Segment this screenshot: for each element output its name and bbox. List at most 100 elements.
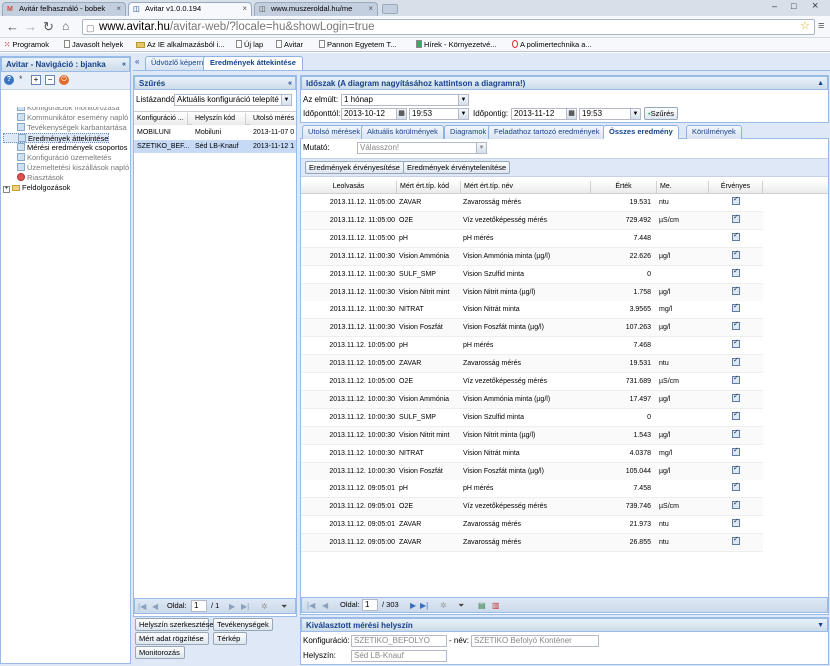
- table-row[interactable]: 2013.11.12. 11:00:30 Vision Foszfát Vision…: [301, 319, 763, 338]
- tab-osszes-eredmeny[interactable]: Összes eredmény: [603, 125, 679, 139]
- table-row[interactable]: 2013.11.12. 11:00:30 Vision Nitrit mint Vi…: [301, 283, 763, 302]
- valid-checkbox[interactable]: [732, 320, 740, 331]
- valid-checkbox[interactable]: [732, 374, 740, 384]
- valid-checkbox[interactable]: [732, 392, 740, 402]
- from-date-field[interactable]: 2013-10-12 ▦: [341, 108, 407, 120]
- valid-checkbox[interactable]: [732, 231, 740, 241]
- column-header[interactable]: Leolvasás: [301, 181, 397, 193]
- valid-checkbox[interactable]: [732, 249, 740, 259]
- collapse-period-icon[interactable]: ▲: [817, 77, 824, 90]
- next-page-icon[interactable]: ▶: [410, 599, 416, 613]
- close-icon[interactable]: ×: [368, 3, 373, 15]
- table-row[interactable]: 2013.11.12. 10:00:30 Vision Ammónia Vision…: [301, 390, 763, 409]
- valid-checkbox[interactable]: [732, 517, 740, 528]
- star-icon[interactable]: ☆: [800, 19, 810, 33]
- invalidate-results-button[interactable]: Eredmények érvénytelenítése: [403, 161, 511, 174]
- tree-item[interactable]: + Feldolgozások: [3, 183, 70, 193]
- tab-utolso-meresek[interactable]: Utolsó mérések: [302, 125, 367, 139]
- mutato-select[interactable]: Válasszon! ▼: [357, 142, 487, 154]
- table-row[interactable]: 2013.11.12. 10:05:00 pH pH mérés 7.468: [301, 337, 763, 356]
- table-row[interactable]: 2013.11.12. 11:05:00 O2E Víz vezetőképessé…: [301, 211, 763, 230]
- valid-checkbox[interactable]: [732, 410, 740, 420]
- refresh-icon[interactable]: ✲: [440, 599, 447, 613]
- refresh-icon[interactable]: ✲: [261, 600, 268, 614]
- bookmark-programok[interactable]: ⁙ Programok: [4, 38, 49, 51]
- browser-tab-avitar[interactable]: ◫ Avitar v1.0.0.194 ×: [128, 2, 252, 16]
- column-header[interactable]: Érték: [591, 181, 657, 193]
- help-icon[interactable]: ?: [4, 75, 14, 85]
- to-time-field[interactable]: 19:53 ▼: [579, 108, 641, 120]
- bookmark-ie-folder[interactable]: Az IE alkalmazásból i...: [136, 38, 225, 51]
- tree-item[interactable]: Kommunikátor esemény napló: [3, 113, 128, 123]
- table-row[interactable]: 2013.11.12. 10:00:30 Vision Nitrit mint Vi…: [301, 426, 763, 445]
- filter-icon[interactable]: ⏷: [281, 600, 287, 614]
- table-row[interactable]: SZETIKO_BEF... Séd LB-Knauf 2013-11-12 1: [134, 140, 296, 153]
- tab-diagramok[interactable]: Diagramok: [444, 125, 493, 139]
- expand-all-icon[interactable]: +: [31, 75, 41, 85]
- table-row[interactable]: 2013.11.12. 11:00:30 SULF_SMP Vision Szulf…: [301, 265, 763, 284]
- table-row[interactable]: 2013.11.12. 11:05:00 ZAVAR Zavarosság méré…: [301, 194, 763, 212]
- minimize-icon[interactable]: –: [772, 1, 777, 11]
- table-row[interactable]: MOBILUNI Mobiluni 2013-11-07 0: [134, 126, 296, 139]
- szures-button[interactable]: ▪Szűrés: [644, 107, 678, 120]
- valid-checkbox[interactable]: [732, 499, 740, 510]
- back-icon[interactable]: ←: [6, 19, 19, 34]
- column-header[interactable]: Érvényes: [709, 181, 763, 193]
- tab-korulmenyek[interactable]: Körülmények: [686, 125, 742, 139]
- table-row[interactable]: 2013.11.12. 11:00:30 NITRAT Vision Nitrát …: [301, 301, 763, 320]
- valid-checkbox[interactable]: [732, 464, 740, 474]
- first-page-icon[interactable]: |◀: [307, 599, 315, 613]
- export-excel-icon[interactable]: ▤: [478, 599, 486, 613]
- expand-icon[interactable]: +: [3, 186, 10, 193]
- reload-icon[interactable]: ↻: [43, 19, 54, 34]
- tab-eredmenyek[interactable]: Eredmények áttekintése: [203, 56, 303, 70]
- bookmark-uj-lap[interactable]: Új lap: [236, 38, 263, 51]
- table-row[interactable]: 2013.11.12. 11:00:30 Vision Ammónia Vision…: [301, 247, 763, 266]
- new-tab-button[interactable]: [382, 4, 398, 14]
- prev-page-icon[interactable]: ◀: [152, 600, 158, 614]
- bookmark-hirek[interactable]: Hírek - Környezetvé...: [416, 38, 497, 51]
- tree-item[interactable]: Tevékenységek karbantartása: [3, 123, 127, 133]
- calendar-icon[interactable]: ▦: [396, 109, 406, 119]
- collapse-site-icon[interactable]: ▼: [817, 619, 824, 632]
- bookmark-avitar[interactable]: Avitar: [276, 38, 303, 51]
- collapse-filter-icon[interactable]: «: [288, 77, 292, 90]
- table-row[interactable]: 2013.11.12. 10:00:30 SULF_SMP Vision Szulf…: [301, 408, 763, 427]
- browser-tab-muszeroldal[interactable]: ◫ www.muszeroldal.hu/me ×: [254, 2, 378, 16]
- tab-feladathoz-tartozo[interactable]: Feladathoz tartozó eredmények: [488, 125, 606, 139]
- tree-item[interactable]: Üzemeltetési kiszállások napló: [3, 163, 129, 173]
- valid-checkbox[interactable]: [732, 267, 740, 277]
- next-page-icon[interactable]: ▶: [229, 600, 235, 614]
- to-date-field[interactable]: 2013-11-12 ▦: [511, 108, 577, 120]
- last-page-icon[interactable]: ▶|: [420, 599, 428, 613]
- table-row[interactable]: 2013.11.12. 09:05:01 pH pH mérés 7.458: [301, 480, 763, 499]
- table-row[interactable]: 2013.11.12. 10:05:00 O2E Víz vezetőképessé…: [301, 373, 763, 391]
- close-icon[interactable]: ×: [116, 3, 121, 15]
- calendar-icon[interactable]: ▦: [566, 109, 576, 119]
- power-icon[interactable]: ⏻: [59, 75, 69, 85]
- url-field[interactable]: ▢ www.avitar.hu/avitar-web/?locale=hu&sh…: [82, 19, 815, 35]
- table-row[interactable]: 2013.11.12. 10:05:00 ZAVAR Zavarosság méré…: [301, 355, 763, 374]
- close-window-icon[interactable]: ×: [812, 0, 818, 12]
- first-page-icon[interactable]: |◀: [138, 600, 146, 614]
- maximize-icon[interactable]: □: [791, 1, 796, 11]
- terkep-button[interactable]: Térkép: [213, 632, 247, 645]
- browser-tab-gmail[interactable]: M Avitár felhasználó - bobek ×: [2, 2, 126, 16]
- column-header[interactable]: Me.: [657, 181, 709, 193]
- collapse-all-icon[interactable]: −: [45, 75, 55, 85]
- close-icon[interactable]: ×: [242, 3, 247, 15]
- table-row[interactable]: 2013.11.12. 10:00:30 NITRAT Vision Nitrát …: [301, 444, 763, 463]
- last-page-icon[interactable]: ▶|: [241, 600, 249, 614]
- table-row[interactable]: 2013.11.12. 11:05:00 pH pH mérés 7.448: [301, 229, 763, 248]
- bookmark-pannon[interactable]: Pannon Egyetem T...: [319, 38, 397, 51]
- filter-icon[interactable]: ⏷: [458, 599, 464, 613]
- tevekenysegek-button[interactable]: Tevékenységek: [213, 618, 273, 631]
- prev-page-icon[interactable]: ◀: [322, 599, 328, 613]
- table-row[interactable]: 2013.11.12. 10:00:30 Vision Foszfát Vision…: [301, 462, 763, 481]
- listazando-select[interactable]: Aktuális konfiguráció telepíté ▼: [174, 94, 292, 106]
- helyszin-szerkesztese-button[interactable]: Helyszín szerkesztése: [135, 618, 214, 631]
- table-row[interactable]: 2013.11.12. 09:05:00 ZAVAR Zavarosság méré…: [301, 534, 763, 553]
- forward-icon[interactable]: →: [24, 19, 37, 34]
- bookmark-javasolt[interactable]: Javasolt helyek: [64, 38, 123, 51]
- table-row[interactable]: 2013.11.12. 09:05:01 O2E Víz vezetőképessé…: [301, 498, 763, 517]
